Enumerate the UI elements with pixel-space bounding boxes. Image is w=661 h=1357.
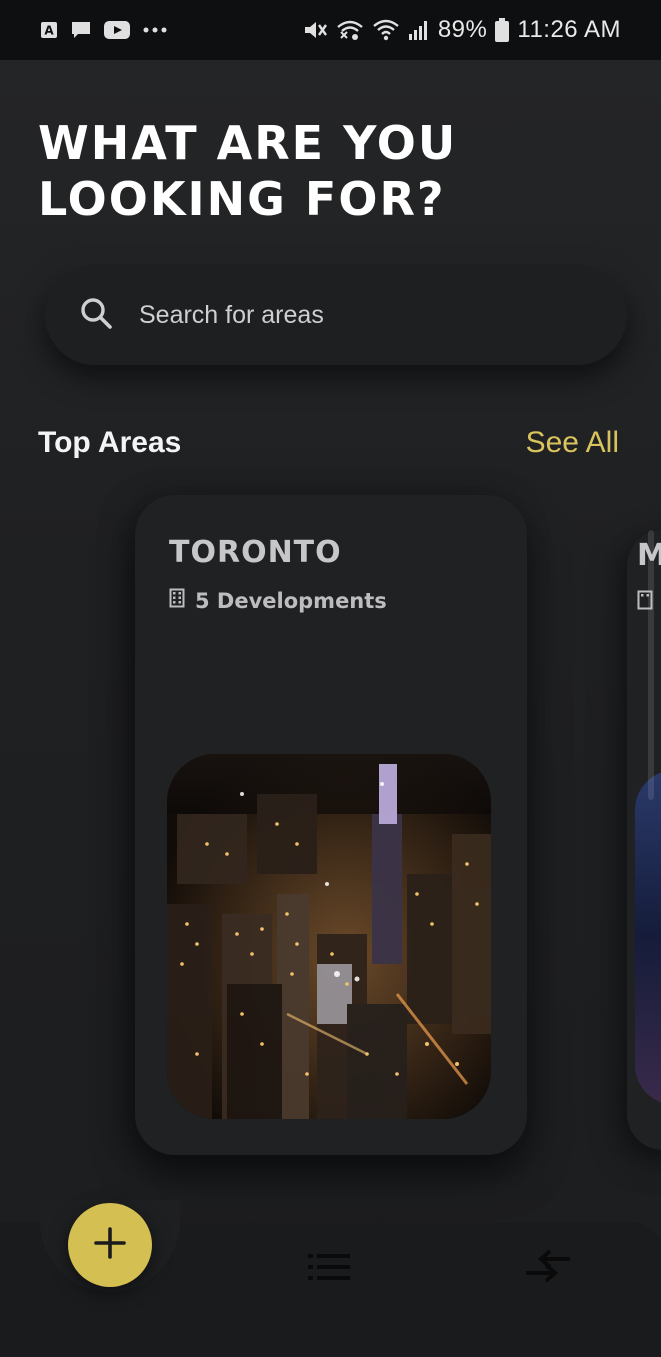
battery-icon — [495, 18, 510, 42]
mute-icon — [302, 18, 328, 42]
building-icon — [169, 588, 185, 613]
more-dots-icon — [142, 26, 168, 34]
list-icon — [306, 1254, 352, 1288]
svg-text:A: A — [44, 24, 54, 38]
signal-icon — [408, 19, 430, 41]
top-areas-heading: Top Areas — [38, 426, 182, 459]
app-a-icon: A — [40, 21, 58, 39]
page-title: WHAT ARE YOU LOOKING FOR? — [38, 115, 598, 227]
page-title-line-1: WHAT ARE YOU — [38, 116, 458, 170]
nav-compare-button[interactable] — [524, 1248, 572, 1291]
search-icon — [79, 296, 113, 335]
plus-icon — [92, 1225, 128, 1266]
area-card-developments: 5 Developments — [169, 588, 387, 613]
scroll-indicator — [648, 530, 654, 800]
compare-arrows-icon — [524, 1249, 572, 1290]
wifi-calling-icon — [336, 18, 364, 42]
status-bar-right: 89% 11:26 AM — [302, 16, 621, 44]
youtube-icon — [104, 21, 130, 39]
wifi-icon — [372, 18, 400, 42]
status-bar: A 89% 11:26 AM — [0, 0, 661, 60]
area-card-toronto[interactable]: TORONTO 5 Developments — [135, 495, 527, 1155]
clock: 11:26 AM — [517, 16, 621, 43]
battery-percent: 89% — [437, 16, 488, 43]
search-input[interactable] — [139, 300, 559, 330]
nav-list-button[interactable] — [306, 1250, 352, 1289]
city-night-image — [635, 770, 661, 1105]
area-card-title: TORONTO — [169, 535, 342, 570]
add-button[interactable] — [68, 1203, 152, 1287]
toronto-city-image — [167, 754, 491, 1119]
page-title-line-2: LOOKING FOR? — [38, 172, 446, 226]
app-screen: WHAT ARE YOU LOOKING FOR? Top Areas See … — [0, 60, 661, 1357]
status-bar-left: A — [40, 20, 168, 40]
search-bar[interactable] — [45, 265, 627, 365]
see-all-link[interactable]: See All — [526, 426, 619, 460]
developments-count: 5 Developments — [195, 588, 387, 613]
area-card-next[interactable]: M — [627, 530, 661, 1150]
message-icon — [70, 20, 92, 40]
